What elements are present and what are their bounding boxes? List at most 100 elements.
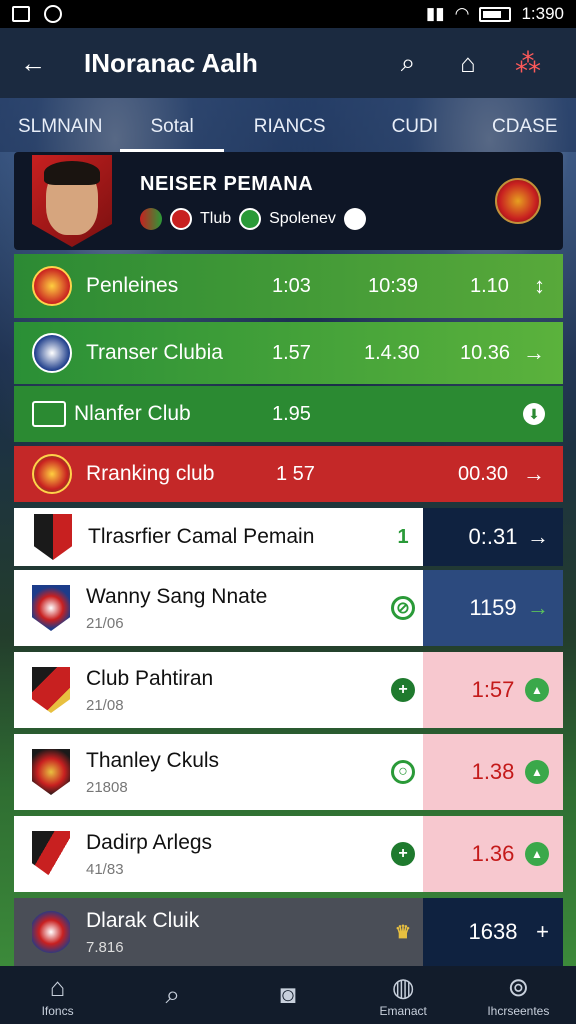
tab-cdase[interactable]: CDASE <box>474 98 575 152</box>
tab-cudi[interactable]: CUDI <box>356 98 474 152</box>
row-value: 10:39 <box>368 274 419 297</box>
bottom-nav: ⌂ Ifoncs ⌕ ◙ ◍ Emanact ⊚ Ihcrseentes <box>0 966 576 1024</box>
player-profile-card[interactable]: NEISER PEMANA Tlub Spolenev <box>14 152 563 250</box>
arrow-right-icon[interactable]: → <box>523 461 545 487</box>
transfer-card[interactable]: Dadirp Arlegs 41/83 + 1.36 ▲ <box>14 816 563 892</box>
nav-person[interactable]: ◍ Emanact <box>346 972 461 1018</box>
club-crest-icon <box>32 585 70 631</box>
plus-icon[interactable]: + <box>391 678 415 702</box>
card-subtitle: 21/08 <box>86 696 124 714</box>
nav-camera[interactable]: ◙ <box>230 979 345 1011</box>
card-count: 1 <box>397 525 409 548</box>
card-subtitle: 41/83 <box>86 860 124 878</box>
club-crest-icon <box>495 178 541 224</box>
flag-icon <box>140 207 162 230</box>
card-value: 1:57 <box>471 677 515 702</box>
transfer-card[interactable]: Tlrasrfier Camal Pemain 1 0:.31 → <box>14 508 563 566</box>
transfer-card[interactable]: Wanny Sang Nnate 21/06 ⊘ 1159 → <box>14 570 563 646</box>
row-value: 1 57 <box>276 462 315 485</box>
transfer-card[interactable]: Thanley Ckuls 21808 ○ 1.38 ▲ <box>14 734 563 810</box>
home-icon: ⌂ <box>49 972 66 1002</box>
tab-sotal[interactable]: Sotal <box>120 98 224 152</box>
card-value: 1159 <box>469 595 517 620</box>
page-title: INoranac Aalh <box>84 47 258 78</box>
arrow-right-icon[interactable]: → <box>523 340 545 366</box>
club-badge-icon <box>170 207 192 230</box>
ball-icon <box>343 207 366 230</box>
list-item[interactable]: Transer Clubia 1.57 1.4.30 10.36 → <box>14 322 563 384</box>
club-crest-icon <box>32 667 70 713</box>
up-arrow-icon[interactable]: ▲ <box>525 760 549 784</box>
transfer-card[interactable]: Dlarak Cluik 7.816 ♛ 1638 + <box>14 898 563 966</box>
row-value: 1.57 <box>272 341 311 364</box>
row-label: Transer Clubia <box>86 341 223 364</box>
check-icon: ⊘ <box>391 596 415 620</box>
card-value: 1.36 <box>471 841 515 866</box>
nav-profile[interactable]: ⊚ Ihcrseentes <box>461 972 576 1018</box>
card-value: 1638 <box>468 919 518 944</box>
league-badge-icon <box>239 207 262 230</box>
row-label: Rranking club <box>86 462 215 485</box>
download-icon[interactable]: ⬇ <box>523 403 545 425</box>
arrow-right-icon[interactable]: → <box>527 595 549 621</box>
row-value: 1.4.30 <box>364 341 420 364</box>
profile-tag-club: Tlub <box>200 209 232 227</box>
search-icon: ⌕ <box>165 979 181 1009</box>
row-value: 00.30 <box>458 462 509 485</box>
nav-label: Ihcrseentes <box>487 1004 550 1018</box>
tab-slmnain[interactable]: SLMNAIN <box>0 98 120 152</box>
plus-icon[interactable]: + <box>391 842 415 866</box>
battery-icon <box>479 6 512 22</box>
club-crest-icon <box>32 266 72 306</box>
club-crest-icon <box>32 333 72 373</box>
wifi-icon: ◠ <box>454 4 470 23</box>
status-time: 1:390 <box>521 4 564 23</box>
card-title: Wanny Sang Nnate <box>86 584 268 608</box>
arrow-left-icon[interactable]: ← <box>18 48 48 79</box>
sort-icon[interactable]: ↕ <box>534 273 545 299</box>
avatar <box>32 155 112 247</box>
card-subtitle: 21/06 <box>86 614 124 632</box>
notification-icon[interactable]: ⌂ <box>438 48 498 79</box>
row-value: 1.10 <box>470 274 509 297</box>
card-value: 0:.31 <box>468 524 518 549</box>
row-value: 1.95 <box>272 402 311 425</box>
player-name: NEISER PEMANA <box>140 172 314 195</box>
nav-home[interactable]: ⌂ Ifoncs <box>0 972 115 1018</box>
club-crest-icon <box>32 749 70 795</box>
nav-label: Ifoncs <box>41 1004 74 1018</box>
nav-search[interactable]: ⌕ <box>115 979 230 1011</box>
check-icon: ○ <box>391 760 415 784</box>
row-value: 1:03 <box>272 274 311 297</box>
list-item[interactable]: Rranking club 1 57 00.30 → <box>14 446 563 502</box>
up-arrow-icon[interactable]: ▲ <box>525 678 549 702</box>
list-item[interactable]: Nlanfer Club 1.95 ⬇ <box>14 386 563 442</box>
plus-icon[interactable]: + <box>536 919 549 945</box>
profile-tag-league: Spolenev <box>269 209 336 227</box>
search-icon[interactable]: ⌕ <box>378 47 438 79</box>
row-label: Nlanfer Club <box>74 402 191 425</box>
arrow-right-icon[interactable]: → <box>527 524 549 550</box>
club-crest-icon <box>34 514 72 560</box>
nav-label: Emanact <box>379 1004 427 1018</box>
card-subtitle: 21808 <box>86 778 128 796</box>
status-bar: ▮▮ ◠ 1:390 <box>0 0 576 28</box>
app-icon <box>44 5 62 23</box>
row-value: 10.36 <box>460 341 511 364</box>
card-subtitle: 7.816 <box>86 938 124 956</box>
signal-icon: ▮▮ <box>425 4 445 23</box>
tab-riancs[interactable]: RIANCS <box>224 98 356 152</box>
list-item[interactable]: Penleines 1:03 10:39 1.10 ↕ <box>14 254 563 318</box>
app-bar: ← INoranac Aalh ⌕ ⌂ ⁂ <box>0 28 576 98</box>
up-arrow-icon[interactable]: ▲ <box>525 842 549 866</box>
card-title: Dlarak Cluik <box>86 908 200 932</box>
row-label: Penleines <box>86 274 179 297</box>
transfer-card[interactable]: Club Pahtiran 21/08 + 1:57 ▲ <box>14 652 563 728</box>
card-value: 1.38 <box>471 759 515 784</box>
gallery-icon <box>12 6 30 22</box>
card-title: Dadirp Arlegs <box>86 830 213 854</box>
dots-icon[interactable]: ⁂ <box>498 48 558 79</box>
card-title: Tlrasrfier Camal Pemain <box>88 525 315 548</box>
tab-bar: SLMNAIN Sotal RIANCS CUDI CDASE <box>0 98 576 152</box>
crown-icon: ♛ <box>394 921 412 942</box>
